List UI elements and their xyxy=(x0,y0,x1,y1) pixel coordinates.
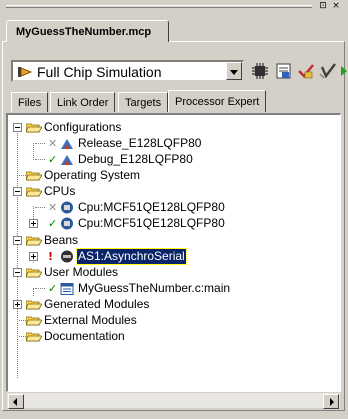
build-config-icon xyxy=(61,155,73,165)
tab-targets[interactable]: Targets xyxy=(118,92,169,112)
tab-processor-expert[interactable]: Processor Expert xyxy=(168,90,267,112)
tree-label-selected: AS1:AsynchroSerial xyxy=(76,248,187,265)
build-config-icon xyxy=(61,139,73,149)
tree-node-generated-modules[interactable]: Generated Modules xyxy=(10,297,330,312)
inactive-x-icon: ✕ xyxy=(48,201,58,214)
tree-label: Release_E128LQFP80 xyxy=(78,136,202,150)
chip-settings-icon[interactable] xyxy=(250,61,270,81)
gripper[interactable] xyxy=(6,5,312,8)
active-check-icon: ✓ xyxy=(48,282,58,295)
tree-label: Configurations xyxy=(44,120,122,134)
active-check-icon: ✓ xyxy=(48,217,58,230)
expand-icon[interactable] xyxy=(13,300,22,309)
make-icon[interactable] xyxy=(274,61,294,81)
document-tab[interactable]: MyGuessTheNumber.mcp xyxy=(6,20,169,42)
horizontal-scrollbar[interactable] xyxy=(6,392,341,409)
collapse-icon[interactable] xyxy=(13,187,22,196)
open-folder-icon xyxy=(26,171,42,181)
open-folder-icon xyxy=(26,268,42,278)
source-file-icon xyxy=(60,283,74,295)
tree-label: User Modules xyxy=(44,265,119,279)
tree-label: Debug_E128LQFP80 xyxy=(78,152,193,166)
expand-icon[interactable] xyxy=(29,219,38,228)
open-folder-icon xyxy=(26,123,42,133)
tree-guide xyxy=(35,207,45,208)
tree-node-release[interactable]: ✕ Release_E128LQFP80 xyxy=(10,136,330,151)
tab-link-order[interactable]: Link Order xyxy=(50,92,116,112)
sync-icon[interactable] xyxy=(340,61,348,81)
open-folder-icon xyxy=(26,187,42,197)
tree-node-user-modules[interactable]: User Modules xyxy=(10,265,330,280)
tree-node-operating-system[interactable]: Operating System xyxy=(10,168,330,183)
tree-node-debug[interactable]: ✓ Debug_E128LQFP80 xyxy=(10,152,330,167)
tree-label: Documentation xyxy=(44,329,125,343)
tree-label: Cpu:MCF51QE128LQFP80 xyxy=(78,200,225,214)
debug-plug-icon xyxy=(18,67,33,77)
processor-expert-tree[interactable]: Configurations ✕ Release_E128LQFP80 ✓ De… xyxy=(6,113,341,392)
warning-icon: ! xyxy=(48,250,54,263)
tree-node-cpus[interactable]: CPUs xyxy=(10,184,330,199)
collapse-icon[interactable] xyxy=(13,123,22,132)
tab-files[interactable]: Files xyxy=(11,92,49,112)
cpu-icon xyxy=(61,217,73,230)
tree-guide xyxy=(35,159,45,160)
debug-icon[interactable] xyxy=(318,61,338,81)
scroll-right-button[interactable] xyxy=(323,394,339,409)
open-folder-icon xyxy=(26,300,42,310)
panel-title-strip: ⊡ × xyxy=(0,0,348,12)
tree-label: Generated Modules xyxy=(44,297,150,311)
open-folder-icon xyxy=(26,236,42,246)
tree-label: Operating System xyxy=(44,168,141,182)
tree-label: External Modules xyxy=(44,313,137,327)
tree-guide xyxy=(35,288,45,289)
open-folder-icon xyxy=(26,332,42,342)
tree-node-cpu-active[interactable]: ✓ Cpu:MCF51QE128LQFP80 xyxy=(10,216,330,231)
bean-icon xyxy=(61,250,73,263)
tree-label: Beans xyxy=(44,233,79,247)
target-select[interactable]: Full Chip Simulation xyxy=(11,60,244,82)
tree-node-cpu-inactive[interactable]: ✕ Cpu:MCF51QE128LQFP80 xyxy=(10,200,330,215)
target-select-value: Full Chip Simulation xyxy=(37,64,162,80)
expand-icon[interactable] xyxy=(29,252,38,261)
tree-label: CPUs xyxy=(44,184,76,198)
restore-icon[interactable]: ⊡ xyxy=(318,1,328,11)
tree-node-asynchroserial[interactable]: ! AS1:AsynchroSerial xyxy=(10,248,330,265)
tree-guide xyxy=(35,143,45,144)
check-icon[interactable] xyxy=(296,61,316,81)
scroll-left-button[interactable] xyxy=(8,394,24,409)
tree-node-main[interactable]: ✓ MyGuessTheNumber.c:main xyxy=(10,281,330,296)
chevron-down-icon[interactable] xyxy=(226,62,242,80)
tree-label: MyGuessTheNumber.c:main xyxy=(78,281,231,295)
cpu-icon xyxy=(61,201,73,214)
active-check-icon: ✓ xyxy=(48,153,58,166)
close-icon[interactable]: × xyxy=(331,1,341,11)
collapse-icon[interactable] xyxy=(13,236,22,245)
tree-label: Cpu:MCF51QE128LQFP80 xyxy=(78,216,225,230)
tree-node-configurations[interactable]: Configurations xyxy=(10,120,330,135)
tree-node-beans[interactable]: Beans xyxy=(10,233,330,248)
tree-node-external-modules[interactable]: External Modules xyxy=(10,313,330,328)
open-folder-icon xyxy=(26,316,42,326)
collapse-icon[interactable] xyxy=(13,268,22,277)
tree-node-documentation[interactable]: Documentation xyxy=(10,329,330,344)
inactive-x-icon: ✕ xyxy=(48,137,58,150)
